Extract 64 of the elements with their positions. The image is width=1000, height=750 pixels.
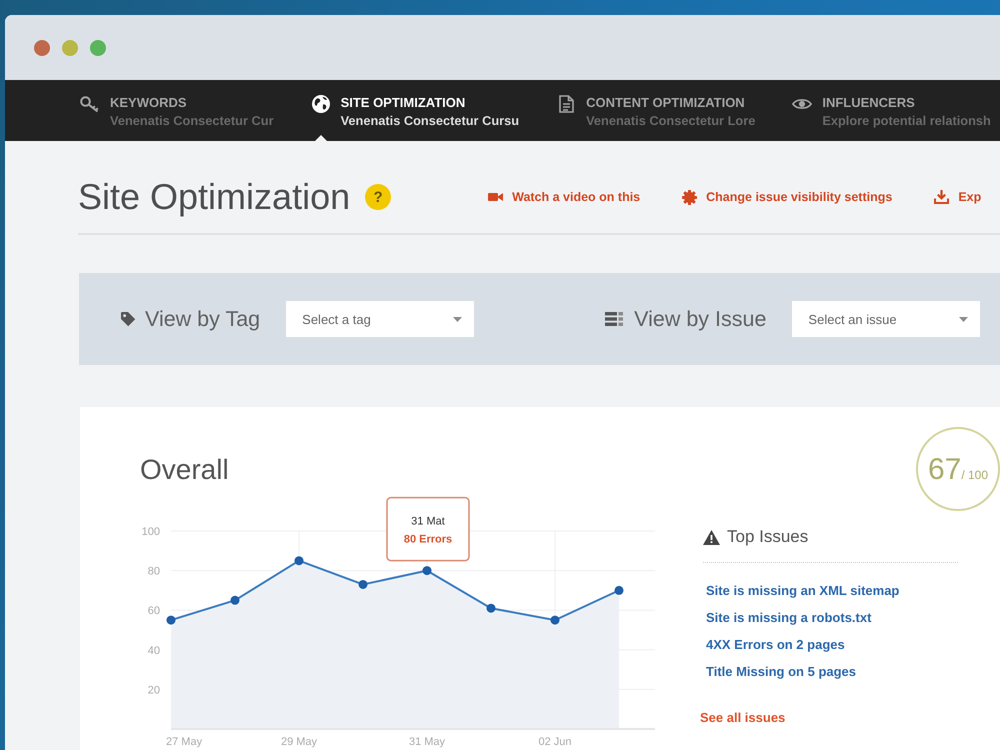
x-axis-label: 29 May	[280, 736, 318, 748]
x-axis-label: 02 Jun	[538, 736, 572, 748]
issue-link[interactable]: 4XX Errors on 2 pages	[706, 631, 845, 658]
globe-icon	[312, 95, 330, 113]
x-axis-label: 31 May	[408, 736, 446, 748]
data-point	[294, 556, 304, 566]
nav-tab[interactable]: CONTENT OPTIMIZATION Venenatis Consectetur Lore	[556, 80, 756, 141]
y-axis-label: 60	[148, 605, 160, 618]
download-icon	[934, 190, 950, 204]
help-button[interactable]: ?	[365, 184, 392, 210]
tooltip-value: 80 Errors	[404, 534, 452, 546]
data-point	[230, 596, 240, 605]
issue-link[interactable]: Site is missing a robots.txt	[706, 604, 872, 631]
warning-icon	[703, 530, 720, 544]
caret-icon	[959, 316, 968, 322]
section-title: Overall	[140, 453, 229, 487]
close-button[interactable]	[34, 40, 50, 56]
y-axis-label: 100	[142, 526, 160, 538]
see-all-link[interactable]: See all issues	[700, 704, 786, 731]
score-value: 67	[928, 453, 962, 487]
tab-title: CONTENT OPTIMIZATION	[586, 94, 746, 112]
minimize-button[interactable]	[62, 40, 78, 56]
select-dropdown[interactable]: Select an issue	[792, 301, 980, 337]
x-axis-label: 27 May	[166, 736, 202, 748]
data-point	[550, 616, 560, 625]
tab-title: INFLUENCERS	[822, 94, 916, 112]
select-dropdown[interactable]: Select a tag	[286, 301, 474, 337]
y-axis-label: 40	[148, 644, 160, 657]
tab-title: KEYWORDS	[110, 94, 188, 112]
nav-tab[interactable]: INFLUENCERS Explore potential relationsh	[792, 80, 991, 141]
issue-link[interactable]: Site is missing an XML sitemap	[706, 577, 900, 604]
data-point	[614, 586, 624, 595]
eye-icon	[792, 97, 812, 111]
data-point	[166, 616, 176, 625]
list-icon	[605, 312, 624, 326]
tab-title: SITE OPTIMIZATION	[340, 94, 466, 112]
tab-subtitle: Venenatis Consectetur Cur	[110, 112, 274, 130]
page-title: Site Optimization	[78, 175, 350, 219]
export-link[interactable]: Exp	[934, 190, 982, 204]
nav-tab[interactable]: KEYWORDS Venenatis Consectetur Cur	[80, 80, 274, 141]
score-max: / 100	[961, 468, 988, 482]
document-icon	[558, 95, 574, 113]
data-point	[358, 580, 368, 589]
tab-subtitle: Venenatis Consectetur Lore	[586, 112, 756, 130]
video-link[interactable]: Watch a video on this	[488, 190, 640, 204]
nav-tab[interactable]: SITE OPTIMIZATION Venenatis Consectetur Cursu	[310, 80, 520, 141]
filter-label: View by Issue	[634, 306, 766, 332]
tab-subtitle: Explore potential relationsh	[822, 112, 991, 130]
tag-icon	[120, 311, 136, 327]
caret-icon	[453, 316, 462, 322]
tooltip-date: 31 Mat	[411, 516, 445, 528]
issue-link[interactable]: Title Missing on 5 pages	[706, 658, 856, 685]
visibility-settings-link[interactable]: Change issue visibility settings	[682, 190, 892, 204]
video-camera-icon	[488, 192, 504, 202]
y-axis-label: 80	[148, 566, 160, 578]
key-icon	[80, 96, 100, 112]
zoom-button[interactable]	[90, 40, 106, 56]
y-axis-label: 20	[148, 684, 160, 696]
gear-icon	[682, 190, 698, 204]
top-issues-title: Top Issues	[727, 526, 808, 548]
tab-subtitle: Venenatis Consectetur Cursu	[340, 112, 520, 130]
data-point	[486, 604, 496, 613]
filter-label: View by Tag	[145, 306, 260, 332]
data-point	[422, 566, 432, 576]
